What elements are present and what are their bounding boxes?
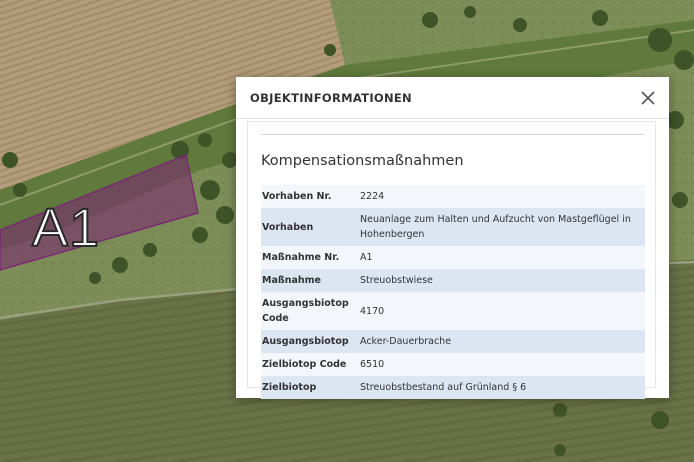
divider bbox=[261, 134, 645, 135]
table-row: Zielbiotop Code 6510 bbox=[261, 353, 645, 376]
popup-title: OBJEKTINFORMATIONEN bbox=[250, 90, 412, 105]
attribute-key: Ausgangsbiotop bbox=[262, 336, 349, 347]
popup-body: Kompensationsmaßnahmen Vorhaben Nr. 2224 V… bbox=[247, 121, 656, 399]
attribute-value: Streuobstwiese bbox=[360, 275, 433, 286]
popup-header: OBJEKTINFORMATIONEN bbox=[236, 77, 669, 119]
object-info-popup: OBJEKTINFORMATIONEN Kompensationsmaßnahm… bbox=[236, 77, 669, 399]
attribute-value: 2224 bbox=[360, 191, 385, 202]
attribute-key: Maßnahme Nr. bbox=[262, 252, 340, 263]
attribute-table: Vorhaben Nr. 2224 Vorhaben Neuanlage zum Ha… bbox=[261, 185, 645, 399]
attribute-key: Zielbiotop bbox=[262, 382, 317, 393]
attribute-key: Vorhaben Nr. bbox=[262, 191, 332, 202]
table-row: Zielbiotop Streuobstbestand auf Grünland … bbox=[261, 376, 645, 399]
attribute-key: Maßnahme bbox=[262, 275, 321, 286]
attribute-value: Neuanlage zum Halten und Aufzucht von Ma… bbox=[360, 214, 631, 240]
attribute-key: Ausgangsbiotop Code bbox=[262, 298, 349, 324]
table-row: Ausgangsbiotop Code 4170 bbox=[261, 292, 645, 330]
attribute-value: 6510 bbox=[360, 359, 385, 370]
attribute-value: Streuobstbestand auf Grünland § 6 bbox=[360, 382, 527, 393]
table-row: Vorhaben Nr. 2224 bbox=[261, 185, 645, 208]
close-icon bbox=[641, 90, 655, 105]
attribute-value: A1 bbox=[360, 252, 373, 263]
table-row: Ausgangsbiotop Acker-Dauerbrache bbox=[261, 330, 645, 353]
attribute-key: Zielbiotop Code bbox=[262, 359, 347, 370]
close-button[interactable] bbox=[639, 89, 657, 107]
table-row: Vorhaben Neuanlage zum Halten und Aufzuch… bbox=[261, 208, 645, 246]
attribute-key: Vorhaben bbox=[262, 221, 314, 233]
attribute-value: 4170 bbox=[360, 305, 385, 317]
map-area-label: A1 bbox=[31, 197, 101, 259]
section-title: Kompensationsmaßnahmen bbox=[261, 153, 464, 169]
attribute-value: Acker-Dauerbrache bbox=[360, 336, 452, 347]
table-row: Maßnahme Nr. A1 bbox=[261, 246, 645, 269]
table-row: Maßnahme Streuobstwiese bbox=[261, 269, 645, 292]
